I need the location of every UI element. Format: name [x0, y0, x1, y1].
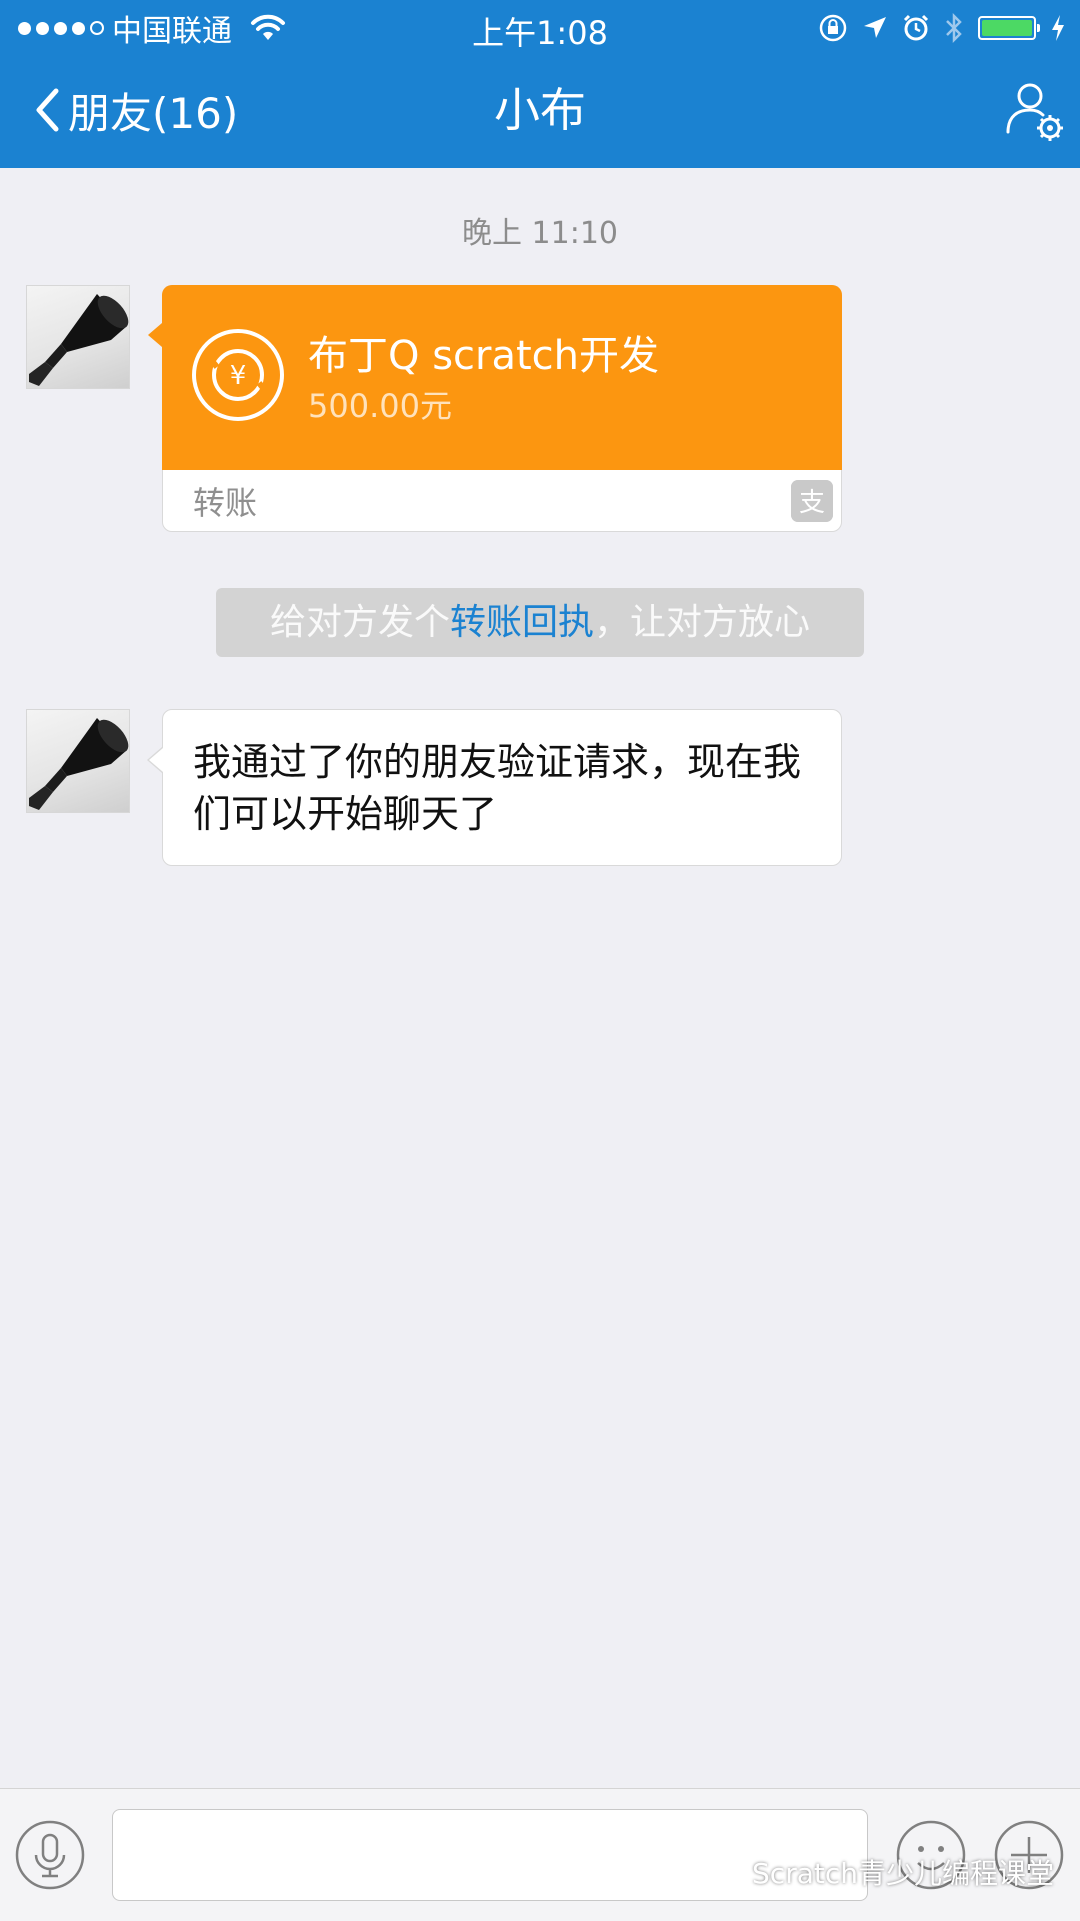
hint-prefix: 给对方发个 [269, 602, 450, 643]
contact-avatar[interactable] [26, 709, 130, 813]
microphone-icon[interactable] [14, 1819, 86, 1891]
svg-text:支: 支 [799, 488, 825, 518]
transfer-type-label: 转账 [193, 484, 258, 522]
transfer-header: ¥ 布丁Q scratch开发 500.00元 [148, 285, 842, 470]
location-icon [864, 17, 886, 38]
message-timestamp: 晚上 11:10 [462, 216, 618, 251]
transfer-yuan-icon: ¥ [192, 329, 284, 421]
battery-icon [978, 16, 1040, 40]
message-text: 我通过了你的朋友验证请求，现在我们可以开始聊天了 [193, 740, 802, 836]
svg-text:¥: ¥ [230, 361, 247, 391]
avatar-image [29, 718, 129, 810]
transfer-receipt-hint: 给对方发个转账回执，让对方放心 [216, 588, 864, 657]
status-bar: 中国联通 上午1:08 [0, 0, 1080, 54]
alarm-icon [903, 14, 929, 41]
chat-title: 小布 [494, 83, 586, 137]
alipay-icon: 支 [791, 480, 833, 522]
watermark: Scratch青少儿编程课堂 [704, 1852, 1054, 1892]
contact-avatar[interactable] [26, 285, 130, 389]
text-message-bubble[interactable]: 我通过了你的朋友验证请求，现在我们可以开始聊天了 [147, 709, 842, 866]
charging-icon [1052, 15, 1064, 41]
avatar-image [29, 294, 129, 386]
transfer-title: 布丁Q scratch开发 [308, 333, 660, 379]
bluetooth-icon [946, 12, 962, 44]
wechat-icon [704, 1857, 744, 1886]
user-settings-icon[interactable] [1002, 80, 1064, 142]
watermark-text: Scratch青少儿编程课堂 [752, 1857, 1054, 1890]
transfer-receipt-link[interactable]: 转账回执 [450, 602, 594, 643]
hint-suffix: ，让对方放心 [594, 602, 811, 643]
transfer-amount: 500.00元 [308, 387, 452, 425]
nav-bar: 朋友(16) 小布 [0, 54, 1080, 168]
transfer-message-card[interactable]: ¥ 布丁Q scratch开发 500.00元 转账 支 [148, 285, 842, 532]
rotation-lock-icon [819, 14, 847, 42]
